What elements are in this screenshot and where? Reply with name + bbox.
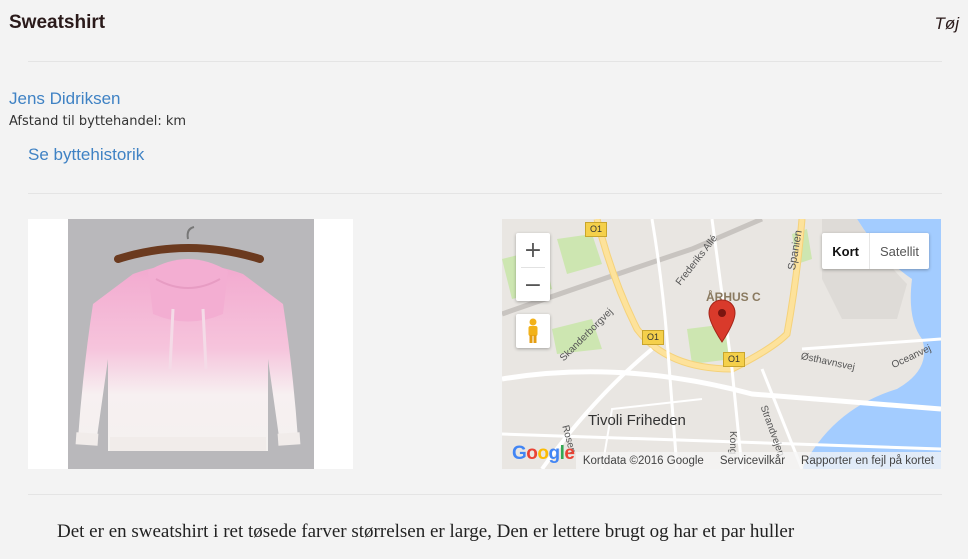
map-attribution-bar: Kortdata ©2016 Google Servicevilkår Rapp…: [575, 452, 941, 469]
zoom-in-button[interactable]: +: [516, 233, 550, 267]
street-view-pegman[interactable]: [516, 314, 550, 348]
map-type-satellite-button[interactable]: Satellit: [868, 233, 929, 269]
zoom-out-button[interactable]: −: [516, 268, 550, 302]
google-logo[interactable]: Google: [512, 443, 575, 465]
divider: [28, 193, 942, 194]
divider: [28, 61, 942, 62]
route-shield: O1: [642, 330, 664, 345]
map-label-kong: Kong: [727, 431, 738, 455]
map-label-park: Tivoli Friheden: [588, 412, 686, 429]
sweatshirt-photo: [68, 219, 314, 469]
zoom-control: + −: [516, 233, 550, 301]
item-description: Det er en sweatshirt i ret tøsede farver…: [57, 521, 795, 542]
item-title: Sweatshirt: [9, 12, 106, 33]
trade-history-link[interactable]: Se byttehistorik: [28, 145, 144, 165]
location-map[interactable]: ÅRHUS C Tivoli Friheden Skanderborgvej F…: [502, 219, 941, 469]
map-attribution: Kortdata ©2016 Google: [582, 454, 704, 467]
route-shield: O1: [723, 352, 745, 367]
route-shield: O1: [585, 222, 607, 237]
item-category: Tøj: [934, 14, 959, 33]
location-marker-icon[interactable]: [708, 299, 736, 343]
divider: [28, 494, 942, 495]
map-report-link[interactable]: Rapporter en fejl på kortet: [801, 455, 934, 467]
owner-name-link[interactable]: Jens Didriksen: [9, 89, 121, 109]
product-image: [28, 219, 353, 469]
distance-label: Afstand til byttehandel: km: [9, 114, 187, 129]
map-type-map-button[interactable]: Kort: [822, 233, 869, 269]
map-terms-link[interactable]: Servicevilkår: [720, 455, 785, 467]
pegman-icon: [528, 318, 538, 343]
map-type-control: Kort Satellit: [822, 233, 929, 269]
